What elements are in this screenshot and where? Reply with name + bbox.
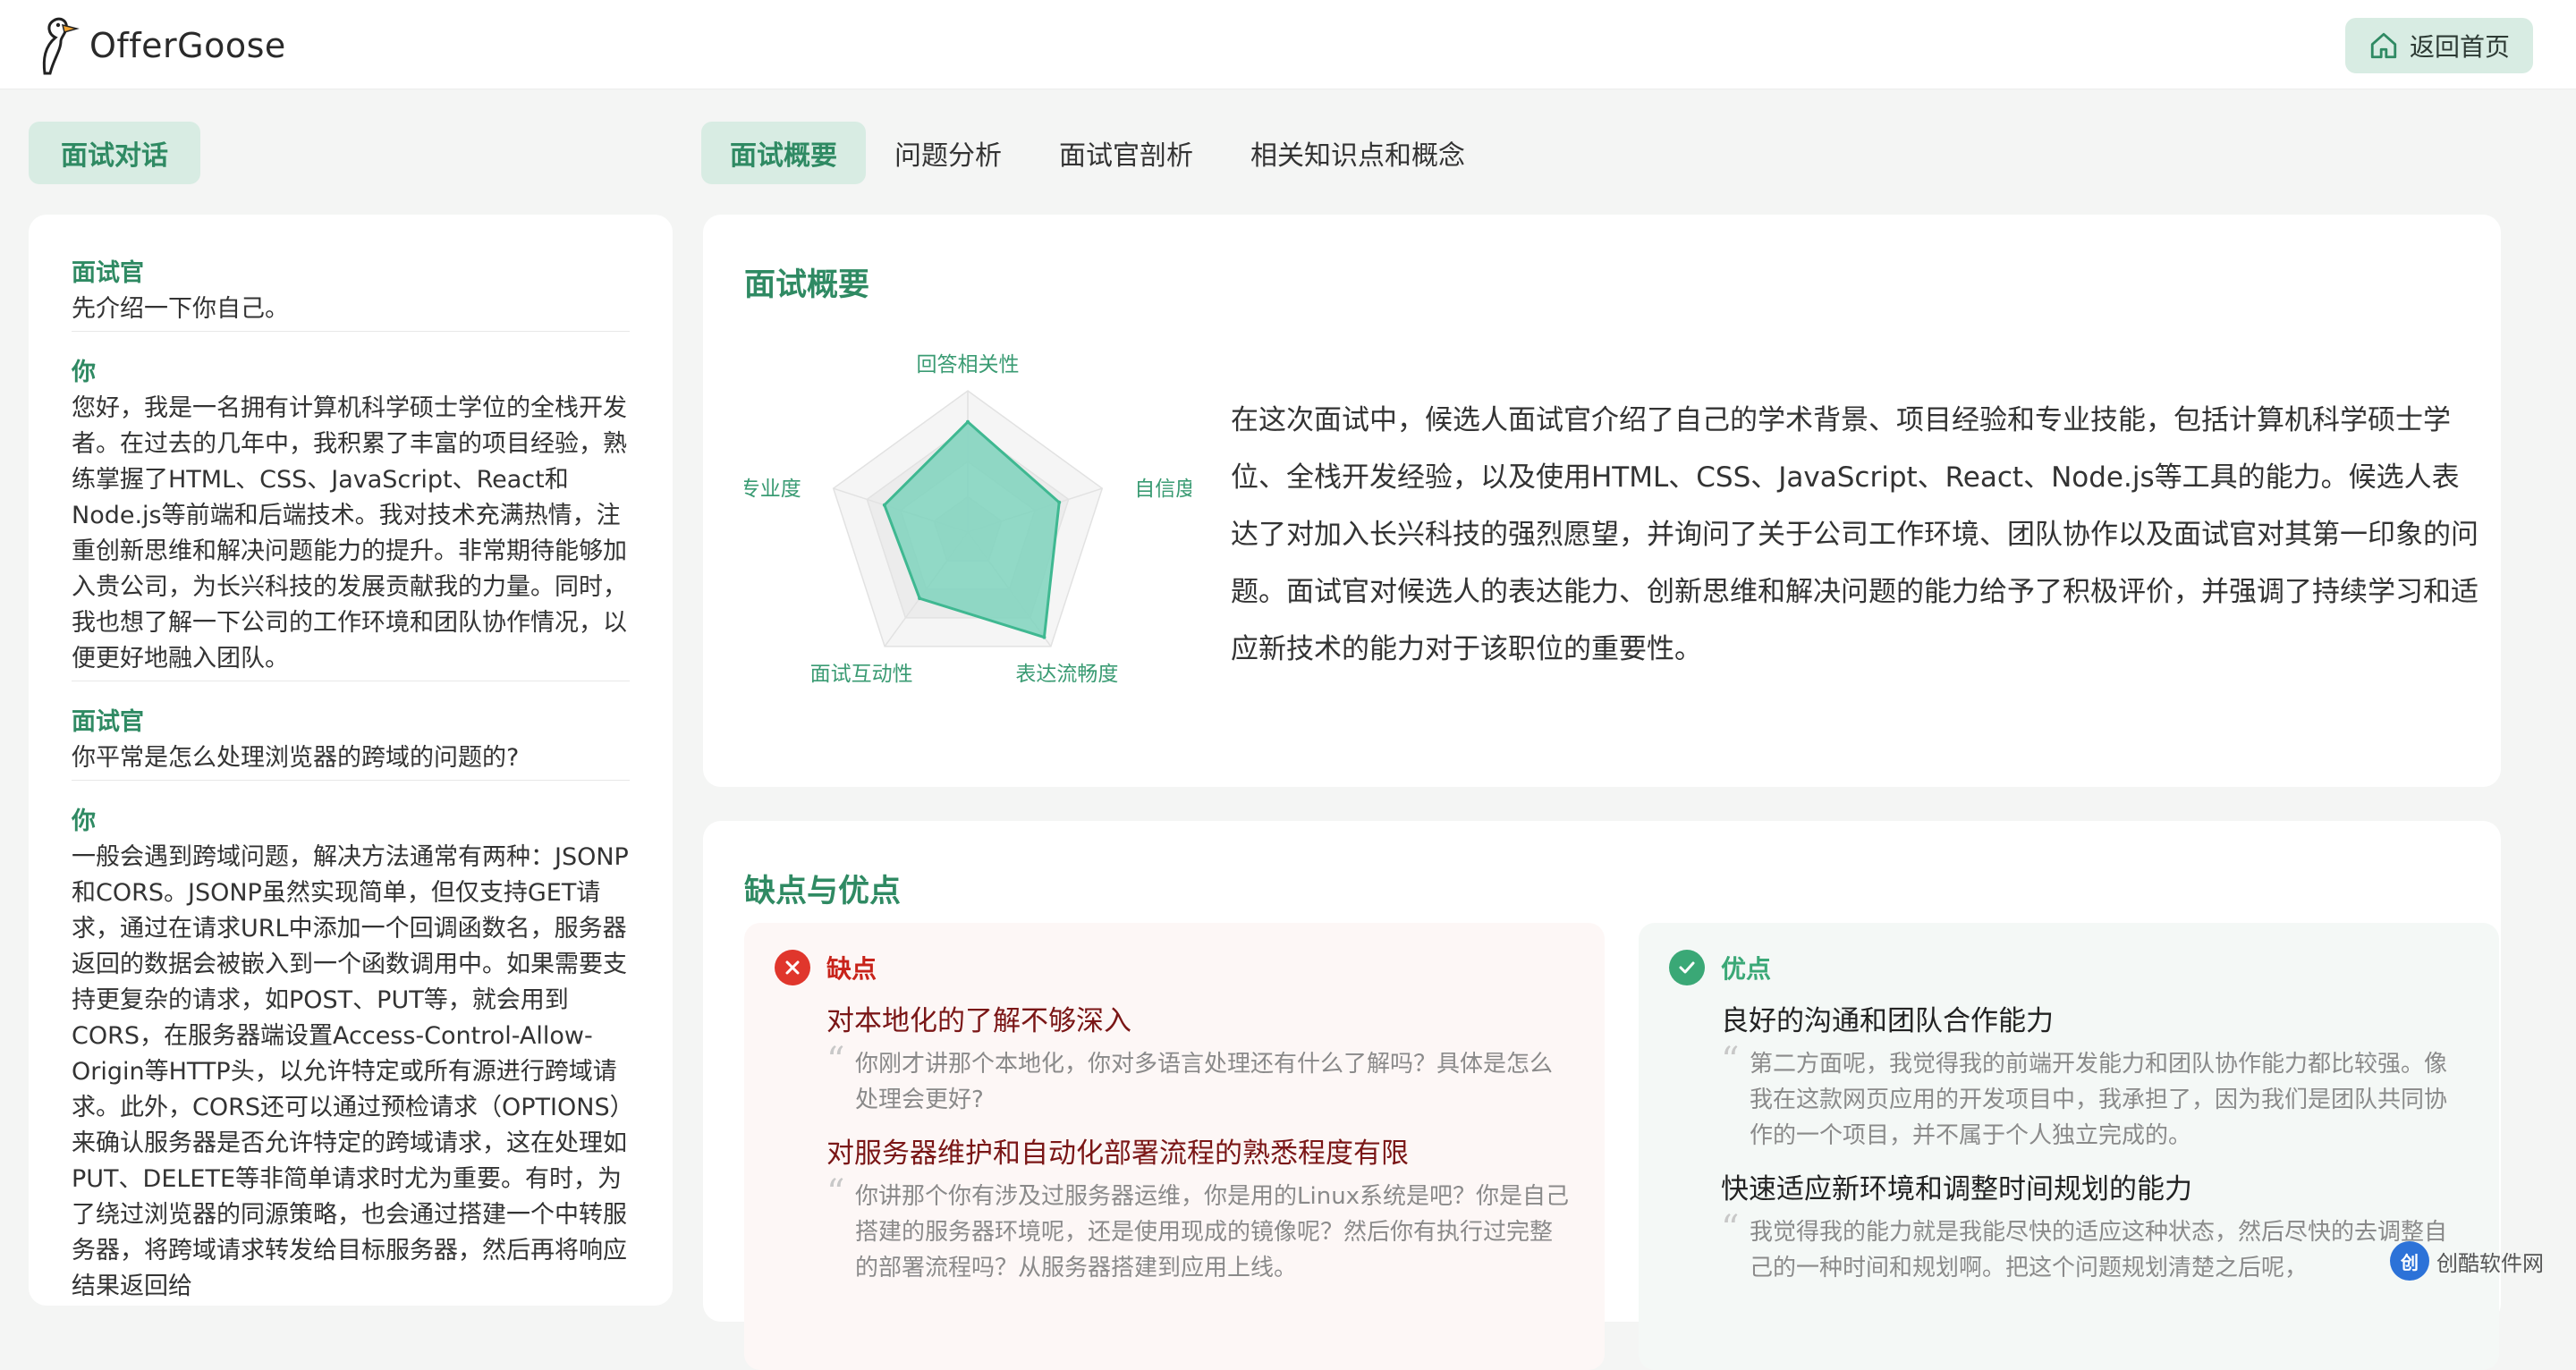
- message-text: 先介绍一下你自己。: [72, 292, 630, 327]
- radar-chart: 回答相关性自信度表达流畅度 面试互动性 专业度: [744, 349, 1191, 724]
- return-home-button[interactable]: 返回首页: [2345, 18, 2533, 73]
- radar-axis-label: 回答相关性: [917, 353, 1020, 376]
- cons-item-quote: “你刚才讲那个本地化，你对多语言处理还有什么了解吗？具体是怎么处理会更好?: [826, 1046, 1574, 1118]
- pros-item-title: 快速适应新环境和调整时间规划的能力: [1721, 1170, 2469, 1209]
- speaker-label: 你: [72, 355, 630, 391]
- speaker-label: 面试官: [72, 705, 630, 740]
- return-home-label: 返回首页: [2410, 28, 2510, 63]
- radar-data-point: [1042, 636, 1046, 639]
- goose-icon: [36, 14, 82, 77]
- quote-icon: “: [1721, 1043, 1739, 1078]
- pros-cons-card: 缺点与优点 缺点 对本地化的了解不够深入 “你刚才讲那个本地化，你对多语言处理还…: [703, 821, 2501, 1322]
- message: 面试官 先介绍一下你自己。: [72, 256, 630, 332]
- radar-data-point: [918, 596, 921, 600]
- message: 你 您好，我是一名拥有计算机科学硕士学位的全栈开发者。在过去的几年中，我积累了丰…: [72, 355, 630, 681]
- home-icon: [2368, 30, 2399, 61]
- message: 面试官 你平常是怎么处理浏览器的跨域的问题的?: [72, 705, 630, 781]
- brand-name: OfferGoose: [89, 26, 286, 65]
- speaker-label: 你: [72, 804, 630, 840]
- pros-item-title: 良好的沟通和团队合作能力: [1721, 1002, 2469, 1041]
- tab-overview[interactable]: 面试概要: [701, 122, 866, 184]
- tab-related-knowledge[interactable]: 相关知识点和概念: [1222, 122, 1494, 184]
- tab-question-analysis[interactable]: 问题分析: [866, 122, 1030, 184]
- brand-logo[interactable]: OfferGoose: [36, 14, 286, 77]
- message-text: 您好，我是一名拥有计算机科学硕士学位的全栈开发者。在过去的几年中，我积累了丰富的…: [72, 391, 630, 677]
- quote-icon: “: [826, 1175, 844, 1211]
- overview-card: 面试概要 回答相关性自信度表达流畅度 面试互动性 专业度 在这次面试中，候选人面试官…: [703, 215, 2501, 787]
- tab-interview-dialogue[interactable]: 面试对话: [29, 122, 200, 184]
- pros-item-quote: “第二方面呢，我觉得我的前端开发能力和团队协作能力都比较强。像我在这款网页应用的…: [1721, 1046, 2469, 1154]
- cons-column: 缺点 对本地化的了解不够深入 “你刚才讲那个本地化，你对多语言处理还有什么了解吗…: [744, 923, 1605, 1370]
- radar-axis-label: 自信度: [1134, 478, 1191, 501]
- site-watermark: 创 创酷软件网: [2390, 1241, 2544, 1281]
- quote-icon: “: [826, 1043, 844, 1078]
- pros-item-quote: “我觉得我的能力就是我能尽快的适应这种状态，然后尽快的去调整自己的一种时间和规划…: [1721, 1214, 2469, 1286]
- quote-icon: “: [1721, 1211, 1739, 1247]
- message-text: 一般会遇到跨域问题，解决方法通常有两种：JSONP和CORS。JSONP虽然实现…: [72, 840, 630, 1305]
- speaker-label: 面试官: [72, 256, 630, 292]
- cons-item-quote: “你讲那个你有涉及过服务器运维，你是用的Linux系统是吧？你是自己搭建的服务器…: [826, 1179, 1574, 1286]
- message-text: 你平常是怎么处理浏览器的跨域的问题的?: [72, 740, 630, 776]
- tab-interviewer-analysis[interactable]: 面试官剖析: [1030, 122, 1222, 184]
- overview-summary: 在这次面试中，候选人面试官介绍了自己的学术背景、项目经验和专业技能，包括计算机科…: [1231, 392, 2483, 678]
- cons-item-title: 对本地化的了解不够深入: [826, 1002, 1574, 1041]
- cons-item-title: 对服务器维护和自动化部署流程的熟悉程度有限: [826, 1134, 1574, 1173]
- radar-data-point: [966, 420, 970, 424]
- watermark-logo: 创: [2390, 1241, 2429, 1281]
- pros-cons-title: 缺点与优点: [744, 866, 901, 911]
- radar-axis-label: 表达流畅度: [1015, 663, 1118, 686]
- radar-data-point: [883, 503, 886, 507]
- overview-title: 面试概要: [744, 259, 869, 305]
- top-header: OfferGoose 返回首页: [0, 0, 2576, 89]
- check-circle-icon: [1669, 950, 1705, 985]
- watermark-text: 创酷软件网: [2436, 1246, 2544, 1277]
- pros-label: 优点: [1721, 950, 1771, 985]
- radar-data-point: [1057, 501, 1061, 504]
- close-circle-icon: [775, 950, 810, 985]
- message: 你 一般会遇到跨域问题，解决方法通常有两种：JSONP和CORS。JSONP虽然…: [72, 804, 630, 1306]
- conversation-panel[interactable]: 面试官 先介绍一下你自己。 你 您好，我是一名拥有计算机科学硕士学位的全栈开发者…: [29, 215, 673, 1306]
- analysis-tabs: 面试概要 问题分析 面试官剖析 相关知识点和概念: [701, 122, 1494, 184]
- cons-label: 缺点: [826, 950, 877, 985]
- pros-column: 优点 良好的沟通和团队合作能力 “第二方面呢，我觉得我的前端开发能力和团队协作能…: [1639, 923, 2499, 1370]
- radar-axis-label: 专业度: [744, 478, 801, 501]
- radar-axis-label: 面试互动性: [810, 663, 913, 686]
